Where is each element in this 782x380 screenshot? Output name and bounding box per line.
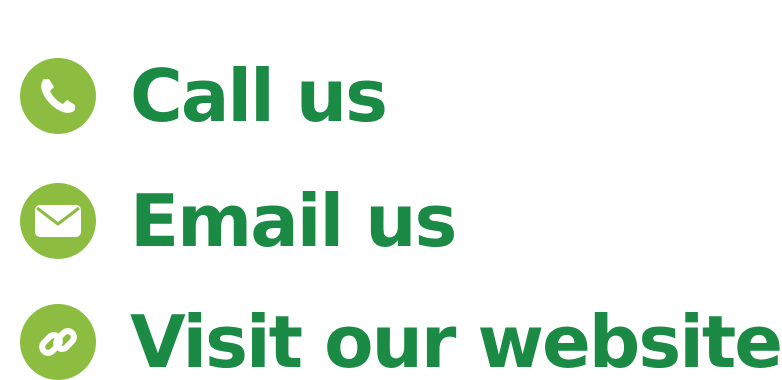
email-us-link[interactable]: Email us (20, 175, 457, 267)
visit-website-link[interactable]: Visit our website (20, 296, 782, 380)
email-us-label: Email us (130, 179, 457, 263)
link-icon (20, 304, 96, 380)
envelope-icon (20, 183, 96, 259)
call-us-link[interactable]: Call us (20, 50, 388, 142)
phone-icon (20, 58, 96, 134)
call-us-label: Call us (130, 54, 388, 138)
contact-options: Call us Email us Visit our website (0, 0, 782, 380)
visit-website-label: Visit our website (130, 300, 782, 380)
